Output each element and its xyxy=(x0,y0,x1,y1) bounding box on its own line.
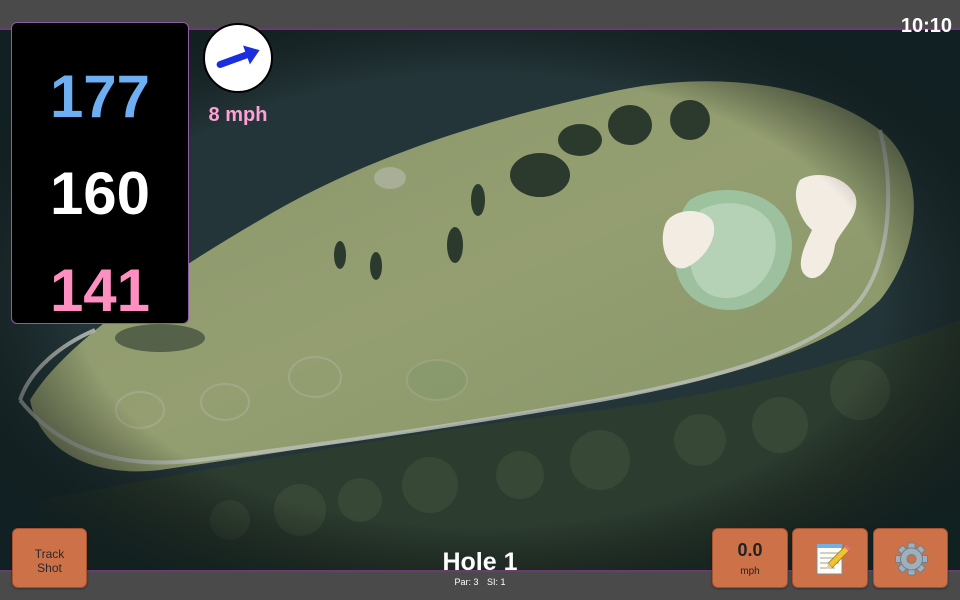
back-of-green-distance: 177 xyxy=(49,63,151,130)
scorecard-notes-button[interactable] xyxy=(792,528,868,588)
gear-icon xyxy=(895,542,928,576)
notepad-icon xyxy=(816,543,851,575)
settings-button[interactable] xyxy=(873,528,948,588)
golf-gps-screen: 10:10 177 160 141 8 mph Track Shot Hole … xyxy=(0,0,960,600)
distance-panel: 177 160 141 xyxy=(11,22,189,324)
wind-arrow-icon xyxy=(216,45,260,68)
middle-of-green-distance: 160 xyxy=(49,160,151,227)
track-shot-button[interactable]: Track Shot xyxy=(12,528,87,588)
track-shot-label-line2: Shot xyxy=(37,561,62,575)
hole-par: Par: 3 xyxy=(454,577,479,587)
speed-button[interactable]: 0.0 mph xyxy=(712,528,788,588)
front-of-green-distance: 141 xyxy=(49,257,151,324)
hole-info: Par: 3 SI: 1 xyxy=(380,577,580,587)
wind-indicator xyxy=(203,23,273,93)
hole-title: Hole 1 xyxy=(442,548,518,576)
status-time: 10:10 xyxy=(900,15,952,37)
wind-speed: 8 mph xyxy=(208,104,268,126)
speed-unit: mph xyxy=(740,566,760,577)
speed-value: 0.0 xyxy=(737,540,763,560)
track-shot-label-line1: Track xyxy=(34,547,65,561)
hole-stroke-index: SI: 1 xyxy=(487,577,506,587)
